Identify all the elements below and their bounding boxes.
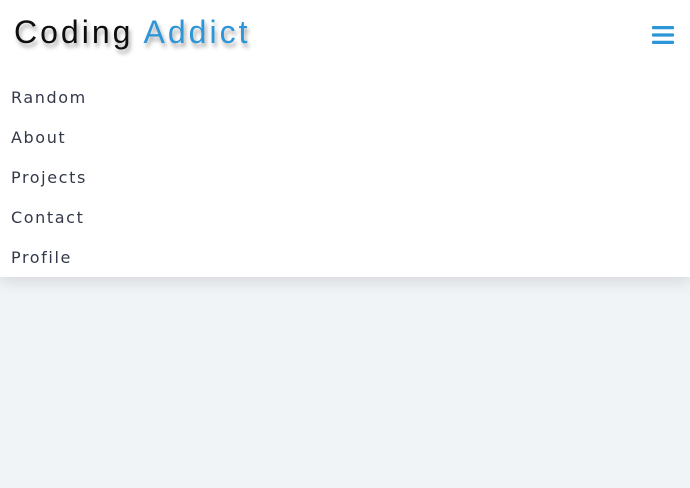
nav-link-about[interactable]: About <box>11 120 87 160</box>
hamburger-menu-icon <box>652 26 674 44</box>
menu-toggle-button[interactable] <box>650 24 678 48</box>
nav-links: Random About Projects Contact Profile <box>11 80 87 280</box>
nav-link-contact[interactable]: Contact <box>11 200 87 240</box>
nav-link-profile[interactable]: Profile <box>11 240 87 280</box>
nav-link-random[interactable]: Random <box>11 80 87 120</box>
nav-link-projects[interactable]: Projects <box>11 160 87 200</box>
navbar: Coding Addict Random About Projects Cont… <box>0 0 690 277</box>
brand-name-accent: Addict <box>143 14 251 50</box>
brand-logo[interactable]: Coding Addict <box>14 14 250 51</box>
brand-name-primary: Coding <box>14 14 134 50</box>
